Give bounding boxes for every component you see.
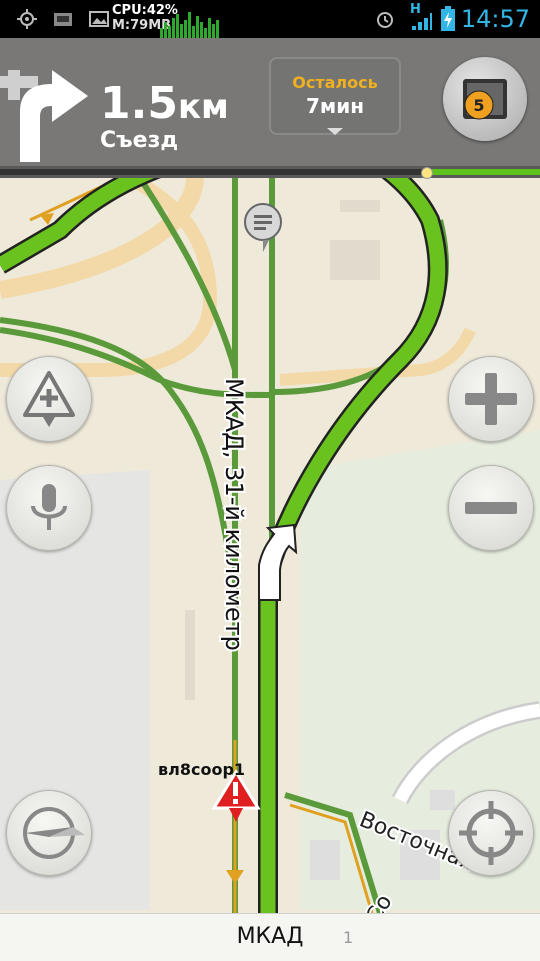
clock: 14:57	[460, 5, 530, 33]
house-number: 1	[343, 928, 354, 947]
route-progress-bar	[0, 166, 540, 179]
locate-icon	[459, 801, 523, 865]
status-bar: CPU:42% M:79MB H 14:57	[0, 0, 540, 38]
zoom-in-button[interactable]	[448, 356, 534, 442]
route-progress-traveled	[0, 169, 427, 175]
maneuver-action: Съезд	[100, 128, 179, 153]
locate-button[interactable]	[448, 790, 534, 876]
turn-right-arrow-icon	[0, 70, 88, 162]
remaining-label: Осталось	[292, 73, 378, 92]
image-icon	[89, 11, 109, 27]
route-progress-marker	[421, 167, 433, 179]
add-incident-button[interactable]	[6, 356, 92, 442]
minus-icon	[465, 502, 517, 514]
compass-button[interactable]	[6, 790, 92, 876]
signal-icon	[412, 13, 432, 30]
distance-value: 1.5	[100, 78, 178, 129]
sd-card-icon	[54, 13, 72, 26]
plus-icon	[465, 373, 517, 425]
distance-unit: км	[177, 87, 229, 127]
gps-icon	[17, 9, 37, 29]
remaining-value: 7мин	[305, 94, 365, 118]
maneuver-distance: 1.5км	[100, 80, 229, 131]
traffic-score-icon: 5	[463, 79, 507, 120]
voice-search-button[interactable]	[6, 465, 92, 551]
traffic-score: 5	[473, 96, 484, 115]
current-street: МКАД	[236, 924, 304, 949]
traffic-button[interactable]: 5	[443, 57, 527, 141]
route-progress-remaining	[427, 169, 540, 175]
poi-label: вл8coop1	[158, 760, 246, 779]
battery-charging-icon	[441, 6, 455, 31]
cpu-graph-icon	[160, 12, 219, 38]
zoom-out-button[interactable]	[448, 465, 534, 551]
current-street-bar: МКАД 1	[0, 913, 540, 961]
microphone-icon	[31, 484, 67, 530]
incident-add-icon	[23, 371, 75, 427]
alarm-icon	[377, 12, 393, 28]
road-label: МКАД, 31-й километр	[220, 378, 248, 651]
remaining-time-button[interactable]: Осталось 7мин	[269, 57, 401, 135]
chevron-down-icon	[327, 128, 343, 135]
compass-icon	[23, 807, 85, 859]
